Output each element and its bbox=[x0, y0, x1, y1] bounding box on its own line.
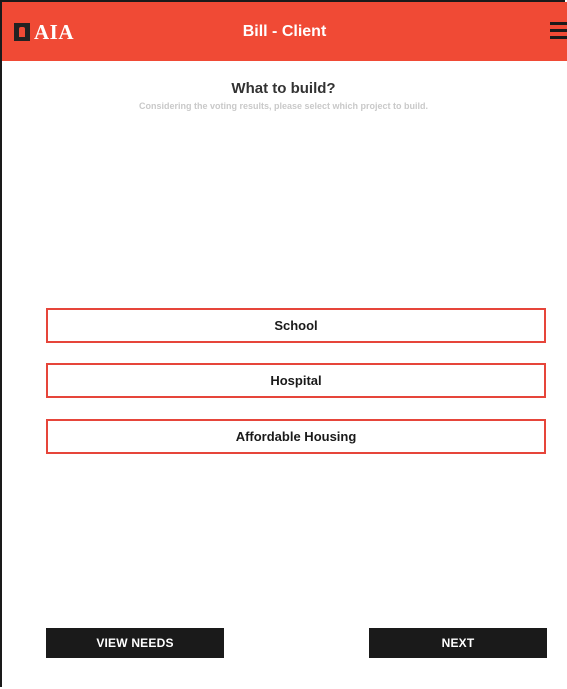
option-hospital-button[interactable]: Hospital bbox=[46, 363, 546, 398]
page-subtitle: Considering the voting results, please s… bbox=[138, 101, 429, 111]
option-affordable-housing-button[interactable]: Affordable Housing bbox=[46, 419, 546, 454]
next-button[interactable]: NEXT bbox=[369, 628, 547, 658]
header-title: Bill - Client bbox=[242, 23, 327, 40]
app-header: AIA Bill - Client bbox=[2, 2, 567, 61]
option-school-button[interactable]: School bbox=[46, 308, 546, 343]
view-needs-button[interactable]: VIEW NEEDS bbox=[46, 628, 224, 658]
page-title: What to build? bbox=[231, 80, 336, 97]
hamburger-menu-icon[interactable] bbox=[550, 22, 567, 40]
